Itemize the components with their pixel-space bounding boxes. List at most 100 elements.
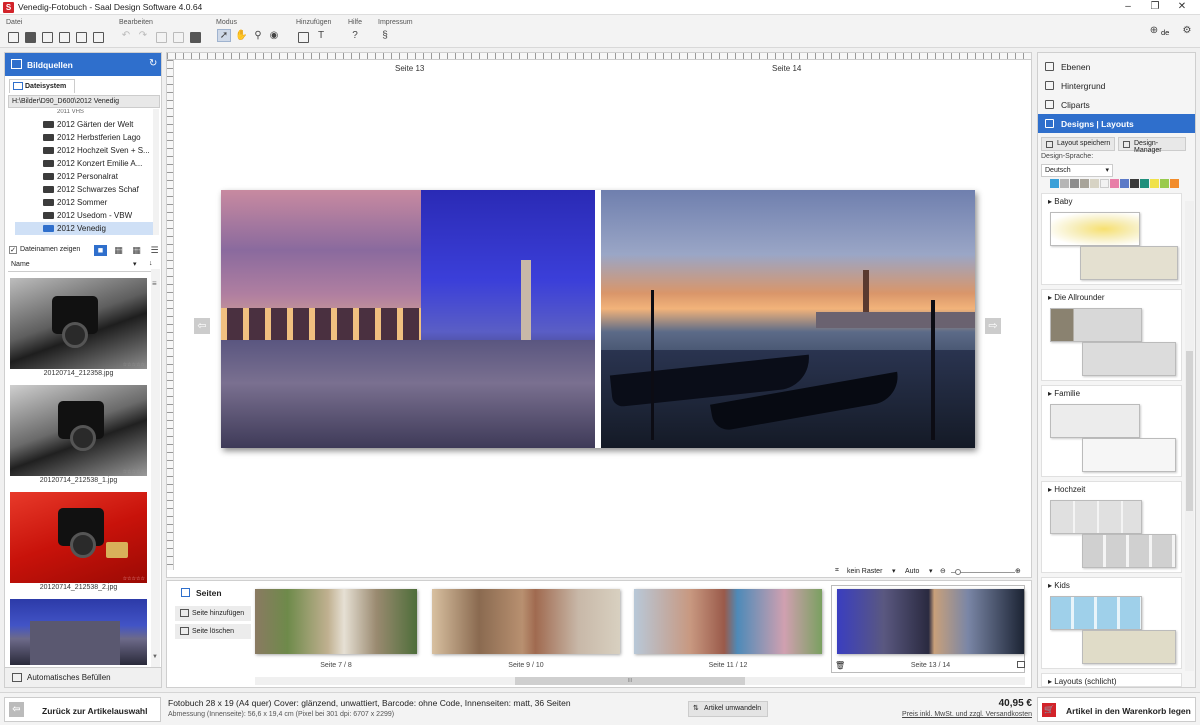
rating-stars[interactable]: ☆☆☆☆☆ — [123, 362, 145, 368]
layout-preview[interactable] — [1080, 246, 1178, 280]
color-swatch[interactable] — [1170, 179, 1179, 188]
color-swatch[interactable] — [1090, 179, 1099, 188]
raster-select[interactable]: kein Raster — [847, 568, 882, 575]
sort-direction-icon[interactable]: ↓ — [149, 260, 153, 267]
rating-stars[interactable]: ☆☆☆☆☆ — [123, 576, 145, 582]
layout-preview[interactable] — [1050, 500, 1142, 534]
spread-thumbnail[interactable] — [634, 589, 822, 654]
new-file-icon[interactable] — [8, 32, 19, 43]
hand-pan-icon[interactable]: ✋ — [235, 30, 247, 41]
zoom-select[interactable]: Auto — [905, 568, 919, 575]
convert-article-button[interactable]: ⇅ Artikel umwandeln — [688, 701, 768, 717]
print-icon[interactable] — [93, 32, 104, 43]
page-preview-icon[interactable] — [1017, 661, 1025, 668]
folder-item[interactable]: 2012 Sommer — [15, 196, 157, 209]
design-category-familie[interactable]: ▸ Familie — [1041, 385, 1182, 477]
spread-thumbnail[interactable] — [255, 589, 417, 654]
color-swatch[interactable] — [1060, 179, 1069, 188]
price-note-link[interactable]: Preis inkl. MwSt. und zzgl. Versandkoste… — [860, 711, 1032, 718]
language-code[interactable]: de — [1161, 28, 1169, 37]
pages-horizontal-scrollbar[interactable]: III — [255, 677, 1025, 685]
layout-preview[interactable] — [1050, 308, 1142, 342]
photo-left-venice-piazzetta[interactable] — [221, 190, 595, 448]
save-as-icon[interactable] — [59, 32, 70, 43]
close-button[interactable]: ✕ — [1170, 1, 1194, 14]
view-medium-icon[interactable]: ▦ — [112, 245, 125, 256]
redo-icon[interactable]: ↷ — [137, 30, 149, 41]
image-thumbnail[interactable]: ☆☆☆☆☆ — [10, 278, 147, 369]
color-swatch[interactable] — [1110, 179, 1119, 188]
add-image-frame-icon[interactable] — [298, 32, 309, 43]
trash-icon[interactable]: 🗑 — [835, 661, 845, 670]
add-text-icon[interactable]: T — [315, 30, 327, 41]
color-swatch[interactable] — [1070, 179, 1079, 188]
select-pointer-icon[interactable]: ➚ — [217, 29, 231, 42]
undo-icon[interactable]: ↶ — [120, 30, 132, 41]
layout-preview[interactable] — [1050, 404, 1140, 438]
panel-item-designs-layouts[interactable]: Designs | Layouts — [1038, 114, 1195, 133]
design-category-hochzeit[interactable]: ▸ Hochzeit — [1041, 481, 1182, 573]
folder-item[interactable]: 2012 Schwarzes Schaf — [15, 183, 157, 196]
scroll-grip-icon[interactable]: ≡ — [152, 279, 159, 289]
chevron-down-icon[interactable]: ▾ — [133, 260, 137, 268]
add-to-cart-button[interactable]: 🛒 Artikel in den Warenkorb legen — [1037, 697, 1196, 722]
scroll-thumb[interactable]: III — [515, 677, 745, 685]
image-thumbnail[interactable]: ☆☆☆☆☆ — [10, 492, 147, 583]
layout-preview[interactable] — [1082, 534, 1176, 568]
open-folder-icon[interactable] — [25, 32, 36, 43]
image-edit-icon[interactable] — [190, 32, 201, 43]
design-language-select[interactable]: Deutsch ▾ — [1041, 164, 1113, 177]
export-icon[interactable] — [76, 32, 87, 43]
save-layout-button[interactable]: Layout speichern — [1041, 137, 1115, 151]
preview-eye-icon[interactable]: ◉ — [268, 30, 280, 41]
layout-preview[interactable] — [1082, 438, 1176, 472]
layout-preview[interactable] — [1050, 212, 1140, 246]
copy-icon[interactable] — [156, 32, 167, 43]
design-category-allrounder[interactable]: ▸ Die Allrounder — [1041, 289, 1182, 381]
folder-item-selected[interactable]: 2012 Venedig — [15, 222, 157, 235]
designs-scrollbar[interactable] — [1185, 201, 1194, 671]
panel-item-cliparts[interactable]: Cliparts — [1038, 95, 1195, 114]
color-swatch[interactable] — [1080, 179, 1089, 188]
panel-item-hintergrund[interactable]: Hintergrund — [1038, 76, 1195, 95]
view-small-icon[interactable]: ▦ — [130, 245, 143, 256]
design-manager-button[interactable]: Design-Manager — [1118, 137, 1186, 154]
show-filenames-checkbox[interactable]: ✓ — [9, 246, 17, 254]
design-category-kids[interactable]: ▸ Kids — [1041, 577, 1182, 669]
scroll-down-icon[interactable]: ▼ — [152, 654, 158, 660]
previous-page-arrow-icon[interactable]: ⇦ — [194, 318, 210, 334]
photo-right-gondolas[interactable] — [601, 190, 975, 448]
folder-item[interactable]: 2012 Gärten der Welt — [15, 118, 157, 131]
color-swatch[interactable] — [1140, 179, 1149, 188]
language-globe-icon[interactable]: ⊕ — [1148, 25, 1160, 36]
spread-thumbnail[interactable] — [432, 589, 620, 654]
zoom-slider-thumb[interactable] — [955, 569, 961, 575]
help-icon[interactable]: ? — [349, 30, 361, 41]
color-swatch[interactable] — [1130, 179, 1139, 188]
view-list-icon[interactable]: ☰ — [148, 245, 161, 256]
folder-item[interactable]: 2012 Konzert Emilie A... — [15, 157, 157, 170]
folder-item[interactable]: 2012 Herbstferien Lago — [15, 131, 157, 144]
color-swatch[interactable] — [1050, 179, 1059, 188]
back-to-article-selection-button[interactable]: ⇦ Zurück zur Artikelauswahl — [4, 697, 161, 722]
design-category-baby[interactable]: ▸ Baby — [1041, 193, 1182, 285]
chevron-down-icon[interactable]: ▾ — [929, 567, 933, 575]
maximize-button[interactable]: ❐ — [1143, 1, 1167, 14]
layout-preview[interactable] — [1050, 596, 1142, 630]
image-thumbnail[interactable]: ☆☆☆☆☆ — [10, 385, 147, 476]
spread-thumbnail-current[interactable] — [837, 589, 1024, 654]
design-category-layouts-schlicht[interactable]: ▸ Layouts (schlicht) — [1041, 673, 1182, 687]
add-page-button[interactable]: Seite hinzufügen — [175, 606, 251, 621]
image-thumbnail[interactable] — [10, 599, 147, 665]
thumbnail-scrollbar[interactable]: ≡ ▼ — [151, 269, 160, 667]
zoom-icon[interactable]: ⚲ — [252, 30, 264, 41]
panel-item-ebenen[interactable]: Ebenen — [1038, 57, 1195, 76]
zoom-in-icon[interactable]: ⊕ — [1015, 567, 1021, 575]
paste-icon[interactable] — [173, 32, 184, 43]
layout-preview[interactable] — [1082, 342, 1176, 376]
chevron-down-icon[interactable]: ▾ — [892, 567, 896, 575]
color-swatch[interactable] — [1120, 179, 1129, 188]
refresh-icon[interactable]: ↻ — [149, 58, 157, 69]
impressum-icon[interactable]: § — [379, 30, 391, 41]
save-icon[interactable] — [42, 32, 53, 43]
